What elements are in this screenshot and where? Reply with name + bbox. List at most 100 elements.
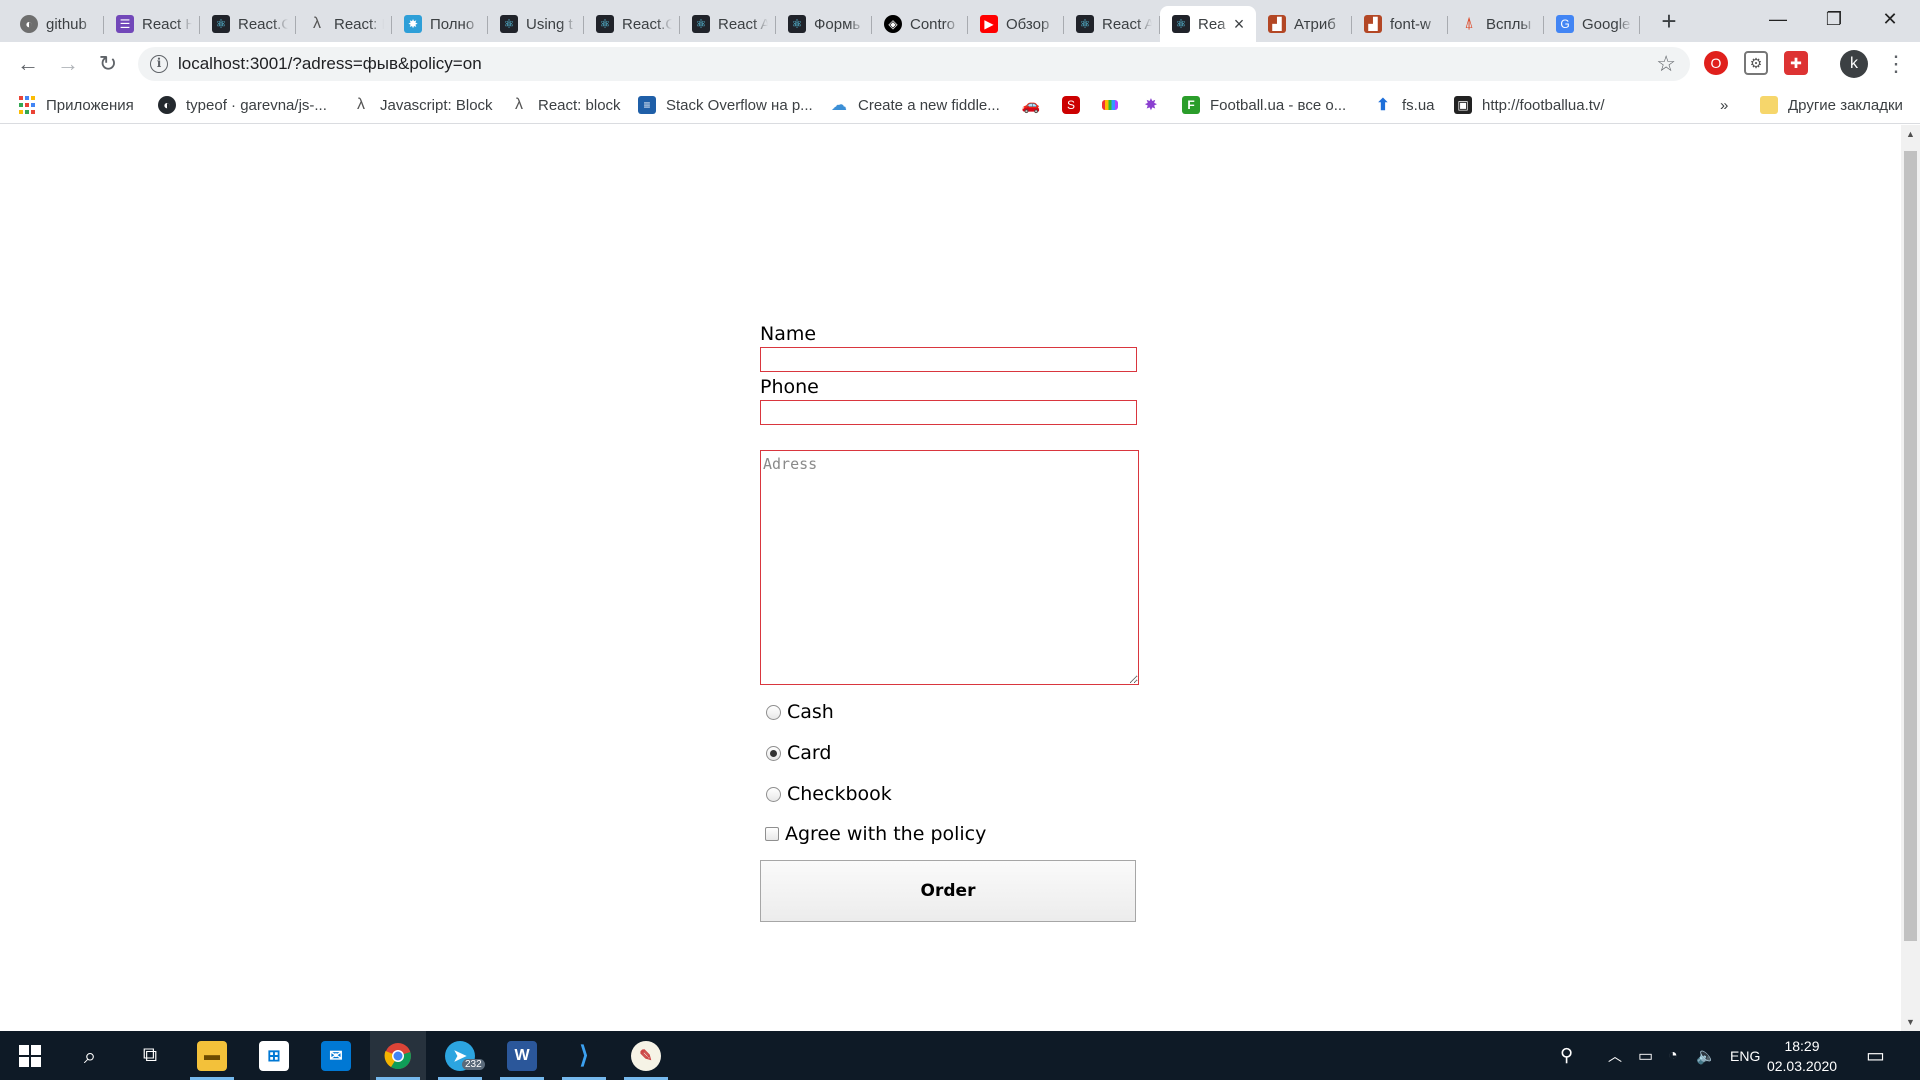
- paint-icon[interactable]: ✎: [618, 1031, 674, 1080]
- bookmark-label: Другие закладки: [1788, 96, 1903, 114]
- extension-icon[interactable]: ⚙: [1744, 51, 1768, 75]
- payment-option-checkbook[interactable]: Checkbook: [766, 783, 892, 805]
- file-explorer-icon[interactable]: ▬: [184, 1031, 240, 1080]
- vscode-icon[interactable]: ⟩: [556, 1031, 612, 1080]
- tab[interactable]: ⍋ Всплы: [1448, 6, 1544, 42]
- bookmark-apps[interactable]: Приложения: [18, 94, 134, 116]
- reload-button[interactable]: ↻: [94, 50, 122, 78]
- policy-checkbox[interactable]: [765, 827, 779, 841]
- tab[interactable]: ⚛ Формь: [776, 6, 872, 42]
- tab[interactable]: ⚛ React A: [680, 6, 776, 42]
- page-scrollbar[interactable]: ▲ ▼: [1901, 125, 1920, 1031]
- name-input[interactable]: [760, 347, 1137, 372]
- menu-kebab-icon[interactable]: ⋮: [1885, 50, 1907, 78]
- close-tab-icon[interactable]: ×: [1230, 14, 1248, 35]
- order-button[interactable]: Order: [760, 860, 1136, 922]
- bookmark-item[interactable]: ◐ typeof · garevna/js-...: [158, 94, 327, 116]
- battery-icon[interactable]: ▭: [1638, 1031, 1653, 1080]
- bookmark-item[interactable]: ≡ Stack Overflow на р...: [638, 94, 813, 116]
- restore-button[interactable]: ❐: [1806, 0, 1862, 38]
- tab[interactable]: ▶ Обзор: [968, 6, 1064, 42]
- bookmark-item[interactable]: ✸: [1142, 94, 1170, 116]
- tab[interactable]: ⚛ Using t: [488, 6, 584, 42]
- clock-date: 02.03.2020: [1766, 1058, 1838, 1074]
- close-window-button[interactable]: ✕: [1862, 0, 1918, 38]
- profile-avatar[interactable]: k: [1840, 50, 1868, 78]
- red-extension-icon[interactable]: ✚: [1784, 51, 1808, 75]
- scroll-up-arrow-icon[interactable]: ▲: [1901, 129, 1920, 139]
- bookmark-label: typeof · garevna/js-...: [186, 96, 327, 114]
- tab[interactable]: λ React: I: [296, 6, 392, 42]
- back-button[interactable]: ←: [14, 50, 42, 78]
- store-icon[interactable]: ⊞: [246, 1031, 302, 1080]
- bookmark-item[interactable]: ☁ Create a new fiddle...: [830, 94, 1000, 116]
- bookmark-item[interactable]: λ Javascript: Block: [352, 94, 493, 116]
- radio-cash[interactable]: [766, 704, 781, 720]
- url-text[interactable]: localhost:3001/?adress=фыв&policy=on: [178, 54, 482, 74]
- tab-label: Rea: [1198, 15, 1226, 33]
- bookmark-label: fs.ua: [1402, 96, 1435, 114]
- bookmark-item[interactable]: F Football.ua - все о...: [1182, 94, 1346, 116]
- mail-icon[interactable]: ✉: [308, 1031, 364, 1080]
- minimize-button[interactable]: —: [1750, 0, 1806, 38]
- tab-active[interactable]: ⚛ Rea ×: [1160, 6, 1256, 42]
- search-icon[interactable]: ⌕: [62, 1031, 118, 1080]
- payment-option-card[interactable]: Card: [766, 742, 831, 764]
- show-hidden-icons-chevron-icon[interactable]: ︿: [1608, 1031, 1622, 1080]
- phone-input[interactable]: [760, 400, 1137, 425]
- bookmark-star-icon[interactable]: ☆: [1656, 51, 1676, 77]
- bookmark-item[interactable]: [1102, 94, 1128, 116]
- radio-label: Checkbook: [787, 783, 892, 805]
- task-view-icon[interactable]: ⧉: [122, 1031, 178, 1080]
- tab[interactable]: ☰ React H: [104, 6, 200, 42]
- bookmark-label: http://footballua.tv/: [1482, 96, 1605, 114]
- name-label: Name: [760, 323, 817, 345]
- new-tab-button[interactable]: +: [1655, 8, 1683, 36]
- word-icon[interactable]: W: [494, 1031, 550, 1080]
- lambda-icon: λ: [313, 15, 321, 32]
- bookmark-item[interactable]: λ React: block: [510, 94, 621, 116]
- tab[interactable]: ◐ github: [8, 6, 104, 42]
- wifi-icon[interactable]: ◔: [1668, 1031, 1678, 1080]
- telegram-icon[interactable]: ➤ 232: [432, 1031, 488, 1080]
- bookmark-item[interactable]: 🚗: [1022, 94, 1050, 116]
- radio-card[interactable]: [766, 745, 781, 761]
- twitch-icon: ▣: [1454, 96, 1472, 114]
- pin-icon: ⍋: [1464, 15, 1474, 32]
- notifications-icon[interactable]: ▭: [1866, 1031, 1885, 1080]
- tab[interactable]: G Google: [1544, 6, 1640, 42]
- language-indicator[interactable]: ENG: [1730, 1031, 1760, 1080]
- tab-label: Полно: [430, 15, 475, 33]
- radio-checkbook[interactable]: [766, 786, 781, 802]
- google-translate-icon: G: [1556, 15, 1574, 33]
- address-bar[interactable]: i localhost:3001/?adress=фыв&policy=on ☆: [138, 47, 1690, 81]
- address-textarea[interactable]: [760, 450, 1139, 685]
- tab[interactable]: ⚛ React A: [1064, 6, 1160, 42]
- tab[interactable]: ✸ Полно: [392, 6, 488, 42]
- forward-button[interactable]: →: [54, 50, 82, 78]
- policy-option[interactable]: Agree with the policy: [765, 823, 986, 845]
- volume-icon[interactable]: 🔈: [1696, 1031, 1716, 1080]
- chrome-icon[interactable]: [370, 1031, 426, 1080]
- bookmark-item[interactable]: S: [1062, 94, 1090, 116]
- scroll-down-arrow-icon[interactable]: ▼: [1901, 1017, 1920, 1027]
- payment-option-cash[interactable]: Cash: [766, 701, 834, 723]
- people-icon[interactable]: ⚲: [1560, 1031, 1573, 1080]
- clock[interactable]: 18:29 02.03.2020: [1762, 1036, 1842, 1076]
- other-bookmarks[interactable]: Другие закладки: [1760, 94, 1903, 116]
- tab[interactable]: ⚛ React.C: [584, 6, 680, 42]
- bookmark-item[interactable]: ▣ http://footballua.tv/: [1454, 94, 1605, 116]
- palette-glyph: ✎: [631, 1040, 661, 1071]
- car-icon: 🚗: [1021, 97, 1041, 114]
- tab[interactable]: ▟ Атриб: [1256, 6, 1352, 42]
- tab[interactable]: ⚛ React.C: [200, 6, 296, 42]
- scrollbar-thumb[interactable]: [1904, 151, 1917, 941]
- more-bookmarks-button[interactable]: »: [1720, 94, 1728, 116]
- arrow-up-icon: ⬆: [1376, 97, 1390, 114]
- opera-vpn-extension-icon[interactable]: O: [1704, 51, 1728, 75]
- bookmark-item[interactable]: ⬆ fs.ua: [1374, 94, 1435, 116]
- tab[interactable]: ◈ Contro: [872, 6, 968, 42]
- tab[interactable]: ▟ font-w: [1352, 6, 1448, 42]
- start-icon[interactable]: [2, 1031, 58, 1080]
- site-info-icon[interactable]: i: [150, 55, 168, 73]
